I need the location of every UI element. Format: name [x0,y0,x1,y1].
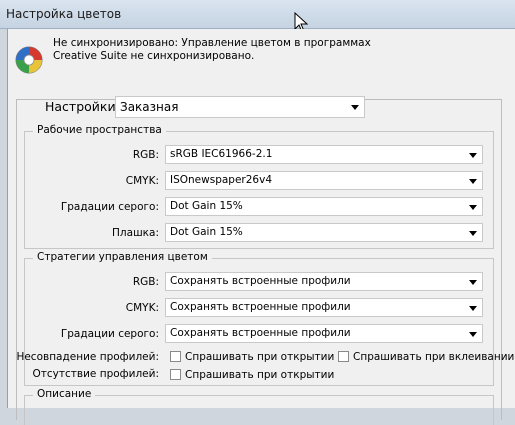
pol-cmyk-label: CMYK: [125,302,159,314]
ws-spot-label: Плашка: [112,227,159,239]
ws-spot-value: Dot Gain 15% [170,226,243,238]
ws-cmyk-dropdown[interactable]: ISOnewspaper26v4 [165,171,483,190]
pol-cmyk-dropdown[interactable]: Сохранять встроенные профили [165,298,483,317]
pol-rgb-dropdown[interactable]: Сохранять встроенные профили [165,272,483,291]
ws-rgb-label: RGB: [132,149,159,161]
pol-rgb-label: RGB: [132,276,159,288]
title-bar[interactable]: Настройка цветов [0,0,515,29]
color-wheel-icon [15,46,43,74]
missing-ask-open-checkbox[interactable] [170,369,181,380]
chevron-down-icon [469,280,477,285]
sync-line-2: Creative Suite не синхронизировано. [53,50,255,62]
chevron-down-icon [469,231,477,236]
mismatch-label: Несовпадение профилей: [16,351,159,363]
sync-line-1: Не синхронизировано: Управление цветом в… [53,37,371,49]
settings-value: Заказная [120,100,179,114]
pol-gray-value: Сохранять встроенные профили [170,327,351,339]
missing-ask-open-label: Спрашивать при открытии [185,369,335,381]
dialog-body: Не синхронизировано: Управление цветом в… [7,29,515,425]
ws-gray-label: Градации серого: [60,201,159,213]
window-title: Настройка цветов [6,7,122,21]
ask-open-checkbox[interactable] [170,351,181,362]
settings-dropdown[interactable]: Заказная [115,96,365,118]
chevron-down-icon [469,332,477,337]
workspaces-title: Рабочие пространства [33,124,166,136]
ws-cmyk-label: CMYK: [125,175,159,187]
ws-gray-dropdown[interactable]: Dot Gain 15% [165,197,483,216]
ws-cmyk-value: ISOnewspaper26v4 [170,174,272,186]
sync-status-text: Не синхронизировано: Управление цветом в… [53,37,453,63]
description-group: Описание [24,388,494,425]
pol-gray-dropdown[interactable]: Сохранять встроенные профили [165,324,483,343]
ws-gray-value: Dot Gain 15% [170,200,243,212]
ask-open-label: Спрашивать при открытии [185,351,335,363]
description-title: Описание [33,388,96,400]
policies-title: Стратегии управления цветом [33,251,212,263]
ws-rgb-value: sRGB IEC61966-2.1 [170,148,273,160]
ws-rgb-dropdown[interactable]: sRGB IEC61966-2.1 [165,145,483,164]
ask-paste-checkbox[interactable] [338,351,349,362]
missing-label: Отсутствие профилей: [32,368,159,380]
settings-label: Настройки: [45,99,120,114]
pol-cmyk-value: Сохранять встроенные профили [170,301,351,313]
chevron-down-icon [351,105,359,110]
chevron-down-icon [469,205,477,210]
pol-rgb-value: Сохранять встроенные профили [170,275,351,287]
chevron-down-icon [469,179,477,184]
pol-gray-label: Градации серого: [60,328,159,340]
ask-paste-label: Спрашивать при вклеивании [353,351,515,363]
chevron-down-icon [469,306,477,311]
chevron-down-icon [469,153,477,158]
ws-spot-dropdown[interactable]: Dot Gain 15% [165,223,483,242]
